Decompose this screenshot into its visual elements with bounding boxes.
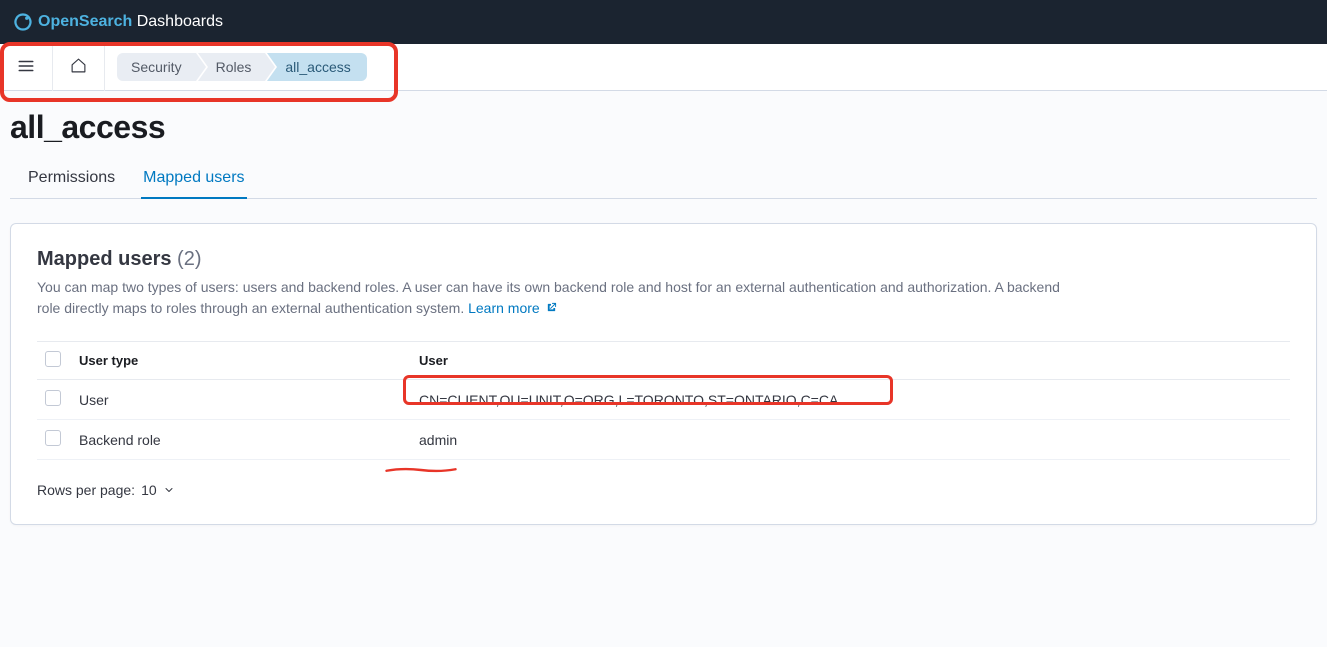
rows-per-page-value: 10 [141, 482, 157, 498]
annotation-underline [373, 467, 469, 473]
panel-title-count: (2) [177, 248, 201, 270]
app-logo[interactable]: OpenSearch Dashboards [14, 13, 223, 31]
breadcrumb-item-security[interactable]: Security [117, 53, 196, 81]
column-header-user[interactable]: User [411, 342, 1290, 380]
home-icon [70, 57, 87, 77]
logo-text-dashboards: Dashboards [132, 13, 223, 30]
learn-more-text: Learn more [468, 300, 540, 316]
hamburger-icon [17, 57, 35, 78]
rows-per-page-label: Rows per page: [37, 482, 135, 498]
panel-title-text: Mapped users [37, 248, 171, 270]
breadcrumb-item-roles[interactable]: Roles [198, 53, 266, 81]
logo-text-search: Search [79, 13, 132, 30]
breadcrumb: Security Roles all_access [117, 53, 369, 81]
cell-usertype: User [71, 380, 411, 420]
cell-user-text: admin [419, 432, 457, 448]
logo-text-open: Open [38, 13, 79, 30]
nav-row: Security Roles all_access [0, 44, 1327, 91]
learn-more-link[interactable]: Learn more [468, 300, 556, 316]
panel-title: Mapped users (2) [37, 248, 1290, 271]
mapped-users-panel: Mapped users (2) You can map two types o… [10, 223, 1317, 525]
panel-description: You can map two types of users: users an… [37, 277, 1087, 319]
home-button[interactable] [66, 53, 91, 81]
app-header: OpenSearch Dashboards [0, 0, 1327, 44]
mapped-users-table: User type User User CN=CLIENT,OU=UNIT,O=… [37, 341, 1290, 460]
table-row: Backend role admin [37, 420, 1290, 460]
opensearch-logo-icon [14, 13, 32, 31]
external-link-icon [546, 300, 557, 316]
select-all-cell [37, 342, 71, 380]
tabs: Permissions Mapped users [10, 156, 1317, 199]
tab-mapped-users[interactable]: Mapped users [141, 157, 246, 199]
cell-usertype: Backend role [71, 420, 411, 460]
page-title: all_access [10, 109, 1317, 146]
tab-permissions[interactable]: Permissions [26, 157, 117, 199]
row-checkbox[interactable] [45, 430, 61, 446]
cell-user: CN=CLIENT,OU=UNIT,O=ORG,L=TORONTO,ST=ONT… [411, 380, 1290, 420]
menu-toggle-button[interactable] [13, 53, 39, 82]
select-all-checkbox[interactable] [45, 351, 61, 367]
cell-user: admin [411, 420, 1290, 460]
breadcrumb-item-all-access[interactable]: all_access [267, 53, 366, 81]
breadcrumb-label: Security [131, 59, 182, 75]
table-row: User CN=CLIENT,OU=UNIT,O=ORG,L=TORONTO,S… [37, 380, 1290, 420]
breadcrumb-label: all_access [285, 59, 350, 75]
tab-label: Permissions [28, 169, 115, 186]
chevron-down-icon [163, 484, 175, 496]
table-header-row: User type User [37, 342, 1290, 380]
cell-user-text: CN=CLIENT,OU=UNIT,O=ORG,L=TORONTO,ST=ONT… [419, 392, 838, 408]
breadcrumb-label: Roles [216, 59, 252, 75]
rows-per-page-selector[interactable]: Rows per page: 10 [37, 482, 1290, 498]
column-header-usertype[interactable]: User type [71, 342, 411, 380]
tab-label: Mapped users [143, 169, 244, 186]
row-checkbox[interactable] [45, 390, 61, 406]
